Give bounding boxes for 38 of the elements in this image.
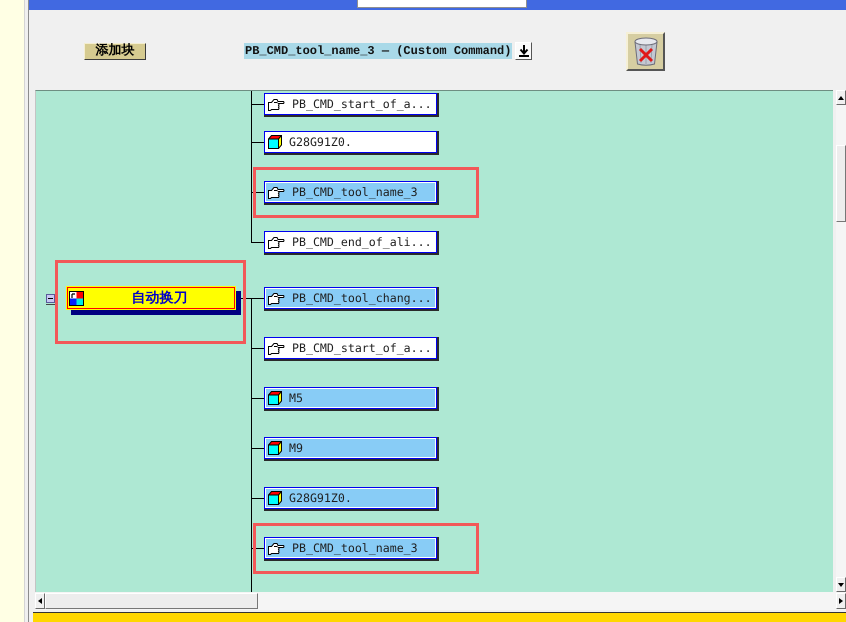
- collapse-icon[interactable]: [46, 294, 56, 304]
- scroll-left-button[interactable]: [35, 593, 45, 609]
- pointing-hand-icon: [268, 542, 285, 554]
- scroll-down-button[interactable]: [836, 577, 846, 592]
- pointing-hand-icon: [268, 236, 285, 248]
- delete-button[interactable]: [626, 32, 666, 70]
- add-block-button[interactable]: 添加块: [84, 42, 146, 60]
- right-triangle-icon: [839, 598, 843, 604]
- scrollbar-thumb[interactable]: [836, 145, 846, 222]
- block-node[interactable]: PB_CMD_start_of_a...: [264, 93, 437, 115]
- scrollbar-thumb[interactable]: [45, 593, 258, 609]
- down-triangle-icon: [838, 582, 844, 586]
- block-node[interactable]: PB_CMD_tool_name_3: [264, 537, 437, 559]
- block-node[interactable]: M9: [264, 437, 437, 459]
- arrow-down-bar-icon: [518, 45, 529, 57]
- block-node[interactable]: PB_CMD_start_of_a...: [264, 337, 437, 359]
- block-node[interactable]: PB_CMD_tool_name_3: [264, 181, 437, 203]
- cube-icon: [268, 491, 282, 505]
- pointing-hand-icon: [268, 292, 285, 304]
- cube-icon: [268, 391, 282, 405]
- cube-icon: [268, 441, 282, 455]
- dropdown-button[interactable]: [515, 42, 532, 60]
- block-node[interactable]: M5: [264, 387, 437, 409]
- pointing-hand-icon: [268, 342, 285, 354]
- pointing-hand-icon: [268, 186, 285, 198]
- block-node[interactable]: PB_CMD_end_of_ali...: [264, 231, 437, 253]
- block-node[interactable]: G28G91Z0.: [264, 487, 437, 509]
- trash-icon: [634, 36, 658, 66]
- pointing-hand-icon: [268, 98, 285, 110]
- block-selector-field[interactable]: PB_CMD_tool_name_3 — (Custom Command): [244, 43, 512, 59]
- cube-icon: [268, 135, 282, 149]
- puzzle-icon: [69, 290, 84, 306]
- block-node[interactable]: PB_CMD_tool_chang...: [264, 287, 437, 309]
- left-triangle-icon: [38, 598, 42, 604]
- block-node[interactable]: G28G91Z0.: [264, 131, 437, 153]
- up-triangle-icon: [838, 96, 844, 100]
- scroll-right-button[interactable]: [836, 593, 846, 609]
- scroll-up-button[interactable]: [836, 90, 846, 105]
